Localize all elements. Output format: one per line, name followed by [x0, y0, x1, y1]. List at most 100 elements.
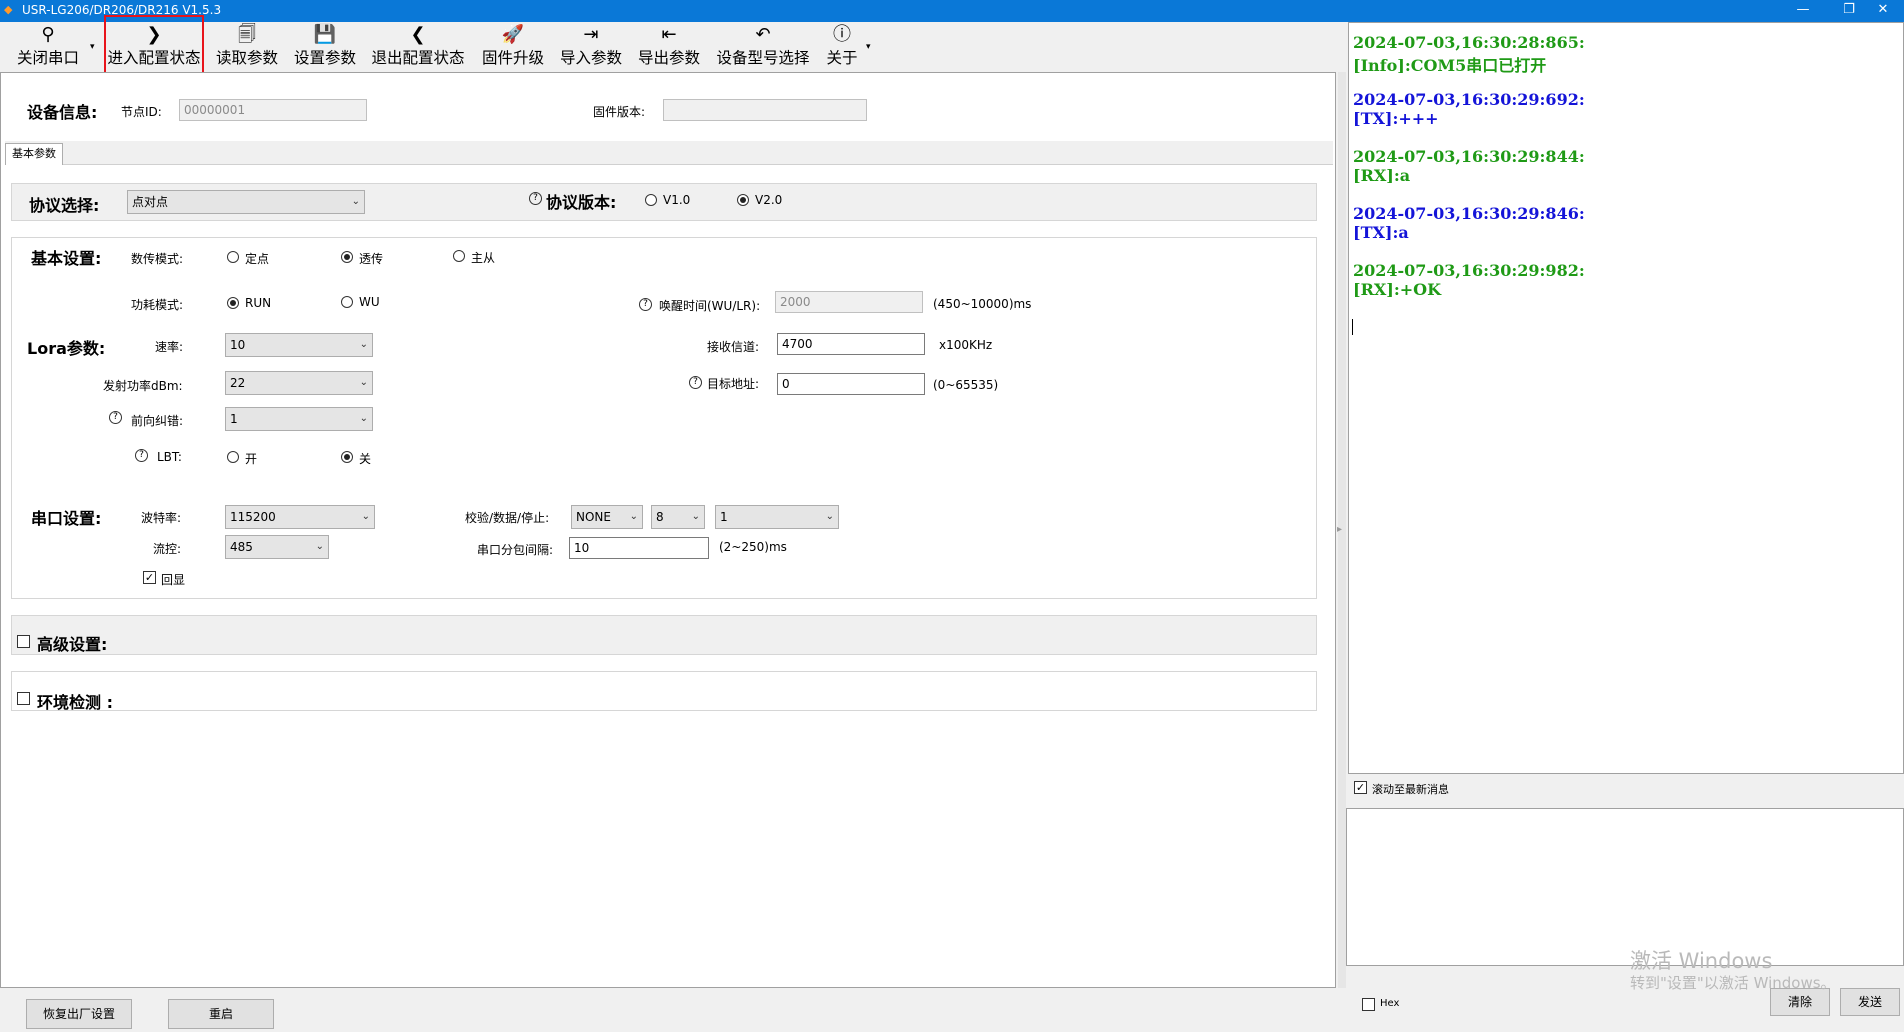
advanced-settings-label: 高级设置:	[37, 635, 108, 654]
fec-label: 前向纠错:	[131, 414, 184, 428]
data-bits-select[interactable]: 8 ⌄	[651, 505, 705, 529]
environment-group	[11, 671, 1317, 711]
location-pin-icon: ⚲	[41, 24, 55, 45]
mode-fixed-radio[interactable]	[227, 251, 239, 263]
export-icon: ⇤	[661, 24, 677, 45]
parity-select[interactable]: NONE ⌄	[571, 505, 643, 529]
close-port-dropdown-icon[interactable]: ▾	[90, 42, 95, 52]
help-icon[interactable]: ?	[109, 411, 122, 424]
help-icon[interactable]: ?	[529, 192, 542, 205]
echo-label: 回显	[161, 573, 186, 587]
target-address-label: 目标地址:	[707, 377, 760, 391]
restart-button[interactable]: 重启	[168, 999, 274, 1029]
node-id-label: 节点ID:	[121, 105, 162, 119]
send-input[interactable]	[1346, 808, 1904, 966]
lbt-label: LBT:	[157, 450, 182, 464]
log-message: [RX]:+OK	[1353, 280, 1442, 299]
basic-settings-label: 基本设置:	[31, 249, 102, 268]
parity-label: 校验/数据/停止:	[465, 511, 550, 525]
packet-interval-field[interactable]: 10	[569, 537, 709, 559]
export-params-button[interactable]: ⇤ 导出参数	[634, 24, 704, 68]
send-button[interactable]: 发送	[1840, 988, 1900, 1016]
power-wu-radio[interactable]	[341, 296, 353, 308]
mode-master-slave-radio[interactable]	[453, 250, 465, 262]
device-model-button[interactable]: ↶ 设备型号选择	[712, 24, 814, 68]
protocol-v2-label: V2.0	[755, 193, 783, 207]
chevron-down-icon: ⌄	[691, 511, 700, 522]
fec-value: 1	[230, 412, 238, 426]
activation-watermark-title: 激活 Windows	[1630, 949, 1773, 973]
wake-time-field[interactable]: 2000	[775, 291, 923, 313]
chevron-down-icon: ⌄	[361, 511, 370, 522]
baud-rate-select[interactable]: 115200 ⌄	[225, 505, 375, 529]
about-dropdown-icon[interactable]: ▾	[866, 42, 871, 52]
factory-reset-button[interactable]: 恢复出厂设置	[26, 999, 132, 1029]
tx-power-label: 发射功率dBm:	[103, 379, 183, 393]
tab-basic-params[interactable]: 基本参数	[5, 143, 63, 165]
protocol-v1-radio[interactable]	[645, 194, 657, 206]
protocol-v2-radio[interactable]	[737, 194, 749, 206]
help-icon[interactable]: ?	[639, 298, 652, 311]
firmware-upgrade-label: 固件升级	[481, 49, 544, 67]
device-info-label: 设备信息:	[27, 103, 98, 122]
environment-checkbox[interactable]	[17, 692, 30, 705]
about-button[interactable]: ⓘ 关于	[822, 24, 862, 68]
baud-rate-value: 115200	[230, 510, 276, 524]
about-label: 关于	[826, 49, 858, 67]
hex-checkbox[interactable]	[1362, 998, 1375, 1011]
set-params-button[interactable]: 💾 设置参数	[290, 24, 360, 68]
environment-label: 环境检测 :	[37, 693, 113, 712]
rate-select[interactable]: 10 ⌄	[225, 333, 373, 357]
wake-time-range: (450~10000)ms	[933, 297, 1032, 311]
chevron-down-icon: ⌄	[359, 339, 368, 350]
node-id-field[interactable]: 00000001	[179, 99, 367, 121]
help-icon[interactable]: ?	[135, 449, 148, 462]
minimize-button[interactable]: —	[1780, 0, 1826, 22]
flow-control-select[interactable]: 485 ⌄	[225, 535, 329, 559]
import-params-label: 导入参数	[559, 49, 622, 67]
log-timestamp: 2024-07-03,16:30:29:982:	[1353, 261, 1585, 280]
data-mode-label: 数传模式:	[131, 252, 184, 266]
close-port-label: 关闭串口	[16, 49, 79, 67]
rx-channel-label: 接收信道:	[707, 340, 760, 354]
flow-control-value: 485	[230, 540, 253, 554]
splitter-arrow-icon[interactable]: ▸	[1337, 524, 1342, 535]
mode-transparent-radio[interactable]	[341, 251, 353, 263]
protocol-selected-value: 点对点	[132, 195, 169, 209]
firmware-field[interactable]	[663, 99, 867, 121]
protocol-label: 协议选择:	[29, 196, 100, 215]
packet-interval-range: (2~250)ms	[719, 540, 787, 554]
chevron-down-icon: ⌄	[825, 511, 834, 522]
tx-power-select[interactable]: 22 ⌄	[225, 371, 373, 395]
import-params-button[interactable]: ⇥ 导入参数	[556, 24, 626, 68]
rx-channel-unit: x100KHz	[939, 338, 993, 352]
chevron-down-icon: ⌄	[359, 413, 368, 424]
log-panel: 2024-07-03,16:30:28:865: [Info]:COM5串口已打…	[1348, 22, 1904, 774]
scroll-latest-checkbox[interactable]: ✓	[1354, 781, 1367, 794]
protocol-select[interactable]: 点对点 ⌄	[127, 190, 365, 214]
echo-checkbox[interactable]: ✓	[143, 571, 156, 584]
target-address-field[interactable]: 0	[777, 373, 925, 395]
firmware-upgrade-button[interactable]: 🚀 固件升级	[478, 24, 548, 68]
rx-channel-field[interactable]: 4700	[777, 333, 925, 355]
title-bar: ◆ USR-LG206/DR206/DR216 V1.5.3 — ❐ ✕	[0, 0, 1904, 22]
mode-master-slave-label: 主从	[471, 251, 496, 265]
fec-select[interactable]: 1 ⌄	[225, 407, 373, 431]
chevron-down-icon: ⌄	[315, 541, 324, 552]
power-run-radio[interactable]	[227, 297, 239, 309]
rocket-icon: 🚀	[501, 24, 525, 45]
exit-config-button[interactable]: ❮ 退出配置状态	[368, 24, 468, 68]
mode-fixed-label: 定点	[245, 252, 270, 266]
close-port-button[interactable]: ⚲ 关闭串口	[12, 24, 84, 68]
chevron-left-icon: ❮	[410, 24, 426, 45]
read-params-button[interactable]: 🗐 读取参数	[212, 24, 282, 68]
advanced-settings-checkbox[interactable]	[17, 635, 30, 648]
activation-watermark-subtitle: 转到"设置"以激活 Windows。	[1630, 974, 1836, 992]
log-message: [TX]:a	[1353, 223, 1409, 242]
help-icon[interactable]: ?	[689, 376, 702, 389]
flow-control-label: 流控:	[153, 542, 182, 556]
lbt-on-radio[interactable]	[227, 451, 239, 463]
close-button[interactable]: ✕	[1860, 0, 1904, 22]
lbt-off-radio[interactable]	[341, 451, 353, 463]
stop-bits-select[interactable]: 1 ⌄	[715, 505, 839, 529]
